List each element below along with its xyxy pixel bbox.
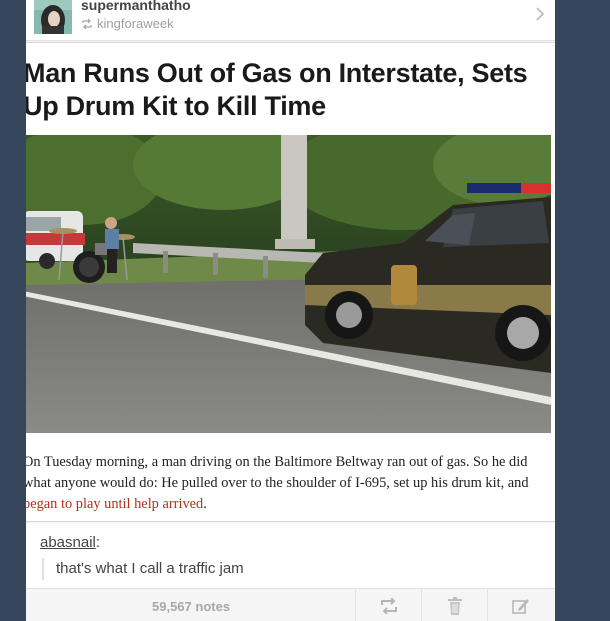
article-headline: Man Runs Out of Gas on Interstate, Sets … <box>26 58 528 121</box>
post-footer: 59,567 notes <box>26 588 555 621</box>
chevron-right-icon[interactable] <box>535 6 545 27</box>
trash-icon <box>448 596 462 615</box>
caption-link[interactable]: began to play until help arrived <box>26 496 203 512</box>
notes-count[interactable]: 59,567 notes <box>152 599 230 614</box>
comment-author-link[interactable]: abasnail <box>40 534 96 551</box>
comment-author: abasnail: <box>40 534 100 551</box>
caption-end: . <box>203 496 207 512</box>
comment-quote: that's what I call a traffic jam <box>42 558 244 580</box>
comment-author-separator: : <box>95 534 101 551</box>
reblog-icon <box>381 597 397 614</box>
edit-button[interactable] <box>487 589 554 621</box>
post-author[interactable]: supermanthatho <box>81 0 191 13</box>
edit-icon <box>512 598 529 614</box>
embedded-article: Man Runs Out of Gas on Interstate, Sets … <box>26 42 555 522</box>
article-photo[interactable] <box>26 135 551 433</box>
reblog-source[interactable]: kingforaweek <box>81 16 174 31</box>
reblog-icon <box>81 18 93 29</box>
article-caption: On Tuesday morning, a man driving on the… <box>26 452 553 515</box>
reblogged-from-name: kingforaweek <box>97 16 174 31</box>
reblog-button[interactable] <box>355 589 422 621</box>
post-header: supermanthatho kingforaweek <box>26 0 555 41</box>
post-card: supermanthatho kingforaweek Man Runs Out… <box>26 0 555 621</box>
avatar[interactable] <box>34 0 72 34</box>
drummer-roadside-photo <box>26 135 551 433</box>
delete-button[interactable] <box>421 589 488 621</box>
avatar-image <box>34 0 72 34</box>
caption-text: On Tuesday morning, a man driving on the… <box>26 454 529 491</box>
